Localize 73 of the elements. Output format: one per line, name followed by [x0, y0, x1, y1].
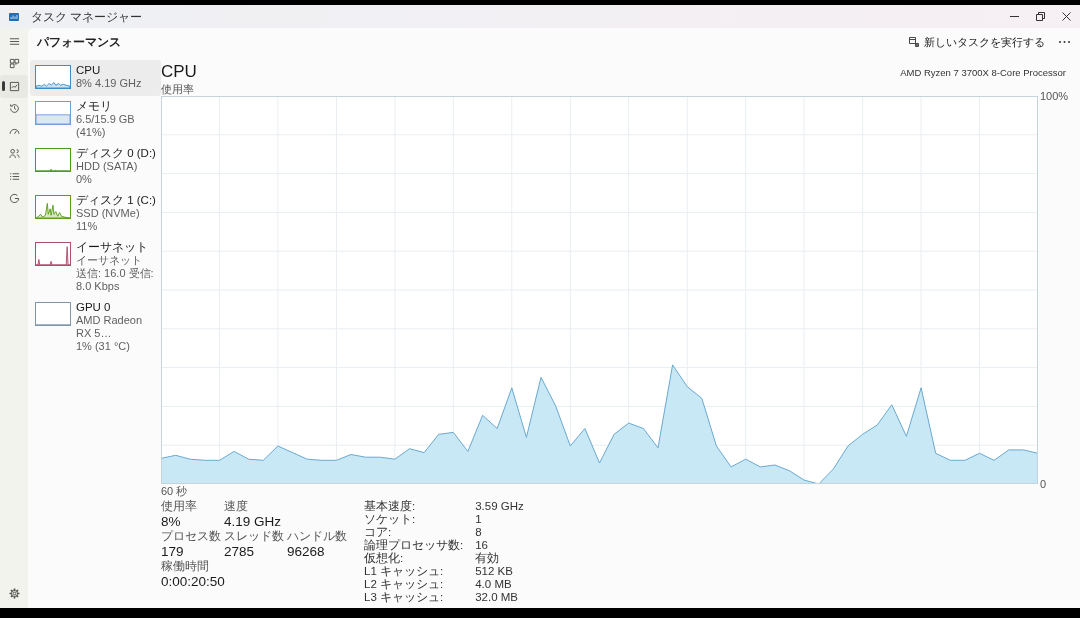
stat-value: 0:00:20:50 — [161, 573, 225, 590]
device-item[interactable]: メモリ 6.5/15.9 GB (41%) — [30, 96, 161, 143]
settings-icon — [8, 588, 20, 600]
device-stat: HDD (SATA) — [76, 160, 139, 173]
device-name: ディスク 0 (D:) — [76, 146, 156, 160]
detail-label: 論理プロセッサ数: — [364, 539, 464, 552]
stat-label: ハンドル数 — [287, 530, 348, 543]
axis-label: 使用率 — [161, 82, 194, 96]
device-stat: AMD Radeon RX 5… — [76, 314, 144, 340]
detail-label: コア: — [364, 526, 393, 539]
stat-label: 速度 — [224, 500, 249, 513]
window-plus-icon — [909, 37, 919, 47]
detail-label: 基本速度: — [364, 500, 417, 513]
detail-value: 8 — [475, 526, 483, 539]
device-item[interactable]: ディスク 0 (D:) HDD (SATA) 0% — [30, 143, 161, 190]
device-item[interactable]: CPU 8% 4.19 GHz — [30, 60, 161, 96]
detail-value: 有効 — [475, 552, 501, 565]
ring-icon — [8, 193, 20, 205]
device-stat: 1% (31 °C) — [76, 340, 131, 353]
device-stat: 11% — [76, 220, 99, 233]
detail-label: 仮想化: — [364, 552, 405, 565]
device-stat: 8% 4.19 GHz — [76, 77, 142, 90]
device-stat: 送信: 16.0 受信: 8.0 Kbps — [76, 267, 155, 293]
users-icon — [8, 148, 20, 160]
stat-value: 4.19 GHz — [224, 513, 283, 530]
app-icon — [9, 12, 19, 21]
history-icon — [8, 103, 20, 115]
device-stat: 0% — [76, 173, 93, 186]
stat-value: 179 — [161, 543, 185, 560]
detail-value: 16 — [475, 539, 489, 552]
detail-label: L3 キャッシュ: — [364, 591, 445, 604]
device-name: GPU 0 — [76, 300, 112, 314]
detail-value: 32.0 MB — [475, 591, 520, 604]
processor-name: AMD Ryzen 7 3700X 8-Core Processor — [900, 67, 1066, 80]
stat-label: 使用率 — [161, 500, 198, 513]
device-item[interactable]: ディスク 1 (C:) SSD (NVMe) 11% — [30, 190, 161, 237]
run-task-button[interactable]: 新しいタスクを実行する — [905, 32, 1049, 52]
tick-label: 100% — [1040, 89, 1069, 103]
stat-value: 8% — [161, 513, 182, 530]
resource-title: CPU — [161, 62, 197, 82]
detail-value: 4.0 MB — [475, 578, 513, 591]
device-name: イーサネット — [76, 240, 149, 254]
chart-icon — [8, 80, 20, 92]
stat-label: スレッド数 — [224, 530, 285, 543]
stat-label: 稼働時間 — [161, 560, 210, 573]
minimize-icon — [1009, 16, 1019, 17]
axis-label: 60 秒 — [161, 484, 188, 498]
device-stat: 6.5/15.9 GB (41%) — [76, 113, 136, 139]
page-title: パフォーマンス — [37, 35, 121, 49]
detail-label: L1 キャッシュ: — [364, 565, 445, 578]
nav-item[interactable] — [0, 75, 28, 98]
device-item[interactable]: GPU 0 AMD Radeon RX 5… 1% (31 °C) — [30, 297, 161, 357]
device-name: メモリ — [76, 99, 113, 113]
window-title: タスク マネージャー — [31, 9, 143, 24]
stat-label: プロセス数 — [161, 530, 222, 543]
detail-value: 1 — [475, 513, 483, 526]
detail-label: ソケット: — [364, 513, 417, 526]
detail-value: 512 KB — [475, 565, 514, 578]
stat-value: 2785 — [224, 543, 256, 560]
device-item[interactable]: イーサネット イーサネット 送信: 16.0 受信: 8.0 Kbps — [30, 237, 161, 297]
device-name: ディスク 1 (C:) — [76, 193, 156, 207]
device-stat: SSD (NVMe) — [76, 207, 141, 220]
close-icon — [1061, 12, 1071, 21]
device-name: CPU — [76, 63, 102, 77]
stat-value: 96268 — [287, 543, 326, 560]
restore-icon — [1035, 12, 1045, 21]
grid-icon — [8, 58, 20, 70]
detail-label: L2 キャッシュ: — [364, 578, 445, 591]
detail-value: 3.59 GHz — [475, 500, 524, 513]
menu-icon — [8, 35, 20, 47]
list-icon — [8, 170, 20, 182]
device-stat: イーサネット — [76, 254, 143, 267]
tick-label: 0 — [1040, 477, 1047, 491]
